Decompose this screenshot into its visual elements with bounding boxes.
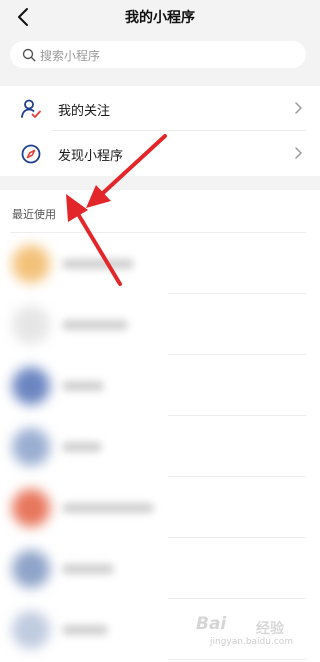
menu-item-discover[interactable]: 发现小程序 <box>0 131 320 176</box>
app-name-blurred <box>62 625 108 635</box>
search-bar[interactable]: 搜索小程序 <box>10 41 306 68</box>
menu-item-label: 发现小程序 <box>58 149 124 164</box>
app-name-blurred <box>62 320 128 330</box>
recent-app-item[interactable] <box>0 355 320 416</box>
app-avatar <box>12 611 50 649</box>
app-avatar <box>12 428 50 466</box>
app-name-blurred <box>62 442 102 452</box>
app-name-blurred <box>62 503 154 513</box>
menu-list: 我的关注 发现小程序 <box>0 86 320 176</box>
search-icon <box>22 48 36 62</box>
header: 我的小程序 <box>0 0 320 34</box>
app-name-blurred <box>62 259 134 269</box>
recent-app-item[interactable] <box>0 233 320 294</box>
search-placeholder: 搜索小程序 <box>40 49 101 63</box>
recent-app-item[interactable] <box>0 416 320 477</box>
app-name-blurred <box>62 564 114 574</box>
watermark-sub: 经验 <box>256 621 284 637</box>
app-avatar <box>12 550 50 588</box>
watermark-url: jingyan.baidu.com <box>210 637 294 647</box>
app-avatar <box>12 245 50 283</box>
watermark-brand: Bai <box>196 614 227 634</box>
recent-app-item[interactable] <box>0 294 320 355</box>
section-title: 最近使用 <box>12 208 56 221</box>
person-check-icon <box>21 99 41 118</box>
chevron-right-icon <box>295 147 302 159</box>
app-avatar <box>12 489 50 527</box>
recent-app-item[interactable] <box>0 538 320 599</box>
page-title: 我的小程序 <box>125 10 195 26</box>
recent-app-item[interactable] <box>0 477 320 538</box>
recent-section: 最近使用 <box>0 190 320 662</box>
app-name-blurred <box>62 381 104 391</box>
chevron-right-icon <box>295 102 302 114</box>
menu-item-label: 我的关注 <box>58 104 111 119</box>
divider <box>168 659 306 660</box>
app-avatar <box>12 306 50 344</box>
compass-icon <box>21 144 41 164</box>
app-avatar <box>12 367 50 405</box>
menu-item-following[interactable]: 我的关注 <box>0 86 320 131</box>
baidu-jingyan-watermark: Bai 经验 jingyan.baidu.com <box>196 610 314 652</box>
